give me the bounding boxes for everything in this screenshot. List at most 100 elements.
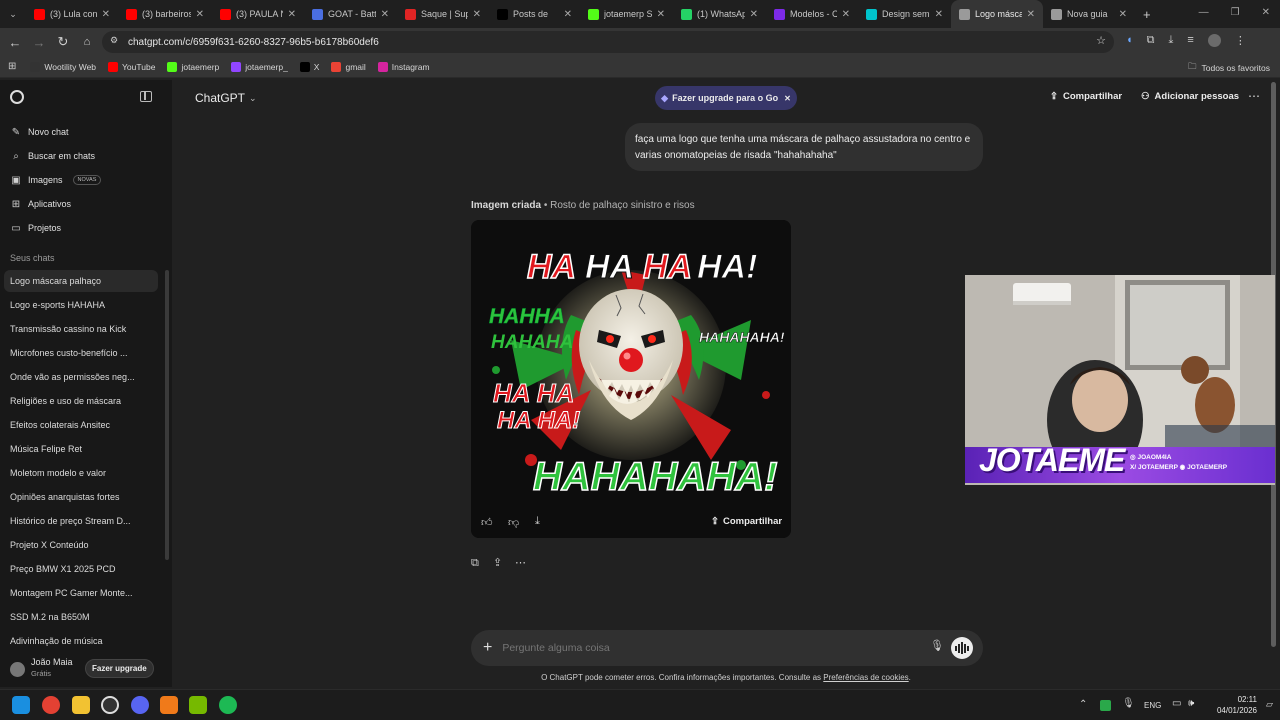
model-selector[interactable]: ChatGPT ⌄ xyxy=(195,91,257,105)
voice-mode-button[interactable] xyxy=(951,637,973,659)
bookmark-item[interactable]: Wootility Web xyxy=(30,61,96,72)
close-icon[interactable]: ✕ xyxy=(784,94,791,103)
browser-tab[interactable]: jotaemerp S ✕ xyxy=(580,0,673,28)
browser-tab[interactable]: Nova guia ✕ xyxy=(1043,0,1135,28)
add-people-button[interactable]: ⚇ Adicionar pessoas xyxy=(1141,91,1239,102)
upgrade-banner-button[interactable]: ◆ Fazer upgrade para o Go ✕ xyxy=(655,86,797,110)
cookie-preferences-link[interactable]: Preferências de cookies xyxy=(823,673,908,682)
browser-tab[interactable]: Saque | Supe ✕ xyxy=(397,0,489,28)
extensions-icon[interactable]: ⧉ xyxy=(1147,34,1155,47)
prompt-input[interactable] xyxy=(502,642,903,654)
bookmark-item[interactable]: jotaemerp xyxy=(167,61,219,72)
apps-grid-icon[interactable]: ⊞ xyxy=(8,61,16,72)
volume-icon[interactable]: 🕪 xyxy=(1188,698,1194,709)
upgrade-button[interactable]: Fazer upgrade xyxy=(85,659,154,678)
more-options-icon[interactable]: ⋯ xyxy=(1248,89,1260,103)
copy-icon[interactable]: ⧉ xyxy=(471,557,479,570)
windows-start-icon[interactable] xyxy=(12,696,30,714)
chat-history-item[interactable]: Projeto X Conteúdo xyxy=(4,534,158,556)
tab-close-icon[interactable]: ✕ xyxy=(1027,9,1035,20)
browser-tab[interactable]: Design sem ✕ xyxy=(858,0,951,28)
thumbs-up-icon[interactable]: 👍︎ xyxy=(481,516,493,529)
bookmark-item[interactable]: jotaemerp_ xyxy=(231,61,288,72)
chat-history-item[interactable]: Preço BMW X1 2025 PCD xyxy=(4,558,158,580)
chat-history-item[interactable]: Logo e-sports HAHAHA xyxy=(4,294,158,316)
media-icon[interactable]: ≡ xyxy=(1187,34,1193,47)
address-bar[interactable]: ⚙ chatgpt.com/c/6959f631-6260-8327-96b5-… xyxy=(102,31,1114,53)
tray-mic-icon[interactable]: 🎙︎ xyxy=(1122,698,1135,709)
spotify-icon[interactable] xyxy=(219,696,237,714)
profile-avatar[interactable] xyxy=(1207,34,1221,47)
bookmark-item[interactable]: gmail xyxy=(331,61,366,72)
all-bookmarks[interactable]: 🗀 Todos os favoritos xyxy=(1188,61,1270,75)
window-close-icon[interactable]: ✕ xyxy=(1262,7,1270,18)
sidebar-scrollbar[interactable] xyxy=(165,270,169,560)
tab-close-icon[interactable]: ✕ xyxy=(196,9,204,20)
sidebar-nav-folder[interactable]: ▭ Projetos xyxy=(4,217,160,239)
chat-history-item[interactable]: Histórico de preço Stream D... xyxy=(4,510,158,532)
reload-icon[interactable]: ↻ xyxy=(51,34,75,50)
generated-image[interactable]: HA HA HA HA! HAHHA HAHAHA HAHAHAHA! HA H… xyxy=(471,220,791,538)
nvidia-icon[interactable] xyxy=(189,696,207,714)
app-orange-icon[interactable] xyxy=(160,696,178,714)
forward-icon[interactable]: → xyxy=(27,35,51,50)
browser-tab[interactable]: (3) PAULA N ✕ xyxy=(212,0,304,28)
new-tab-button[interactable]: + xyxy=(1143,7,1151,22)
share-message-icon[interactable]: ⇪ xyxy=(493,556,502,569)
share-image-button[interactable]: ⇪ Compartilhar xyxy=(711,516,782,527)
chat-history-item[interactable]: Moletom modelo e valor xyxy=(4,462,158,484)
tab-close-icon[interactable]: ✕ xyxy=(842,9,850,20)
obs-icon[interactable] xyxy=(101,696,119,714)
language-indicator[interactable]: ENG xyxy=(1144,701,1161,710)
site-info-icon[interactable]: ⚙ xyxy=(110,35,118,46)
chat-history-item[interactable]: Logo máscara palhaço xyxy=(4,270,158,292)
chat-history-item[interactable]: Montagem PC Gamer Monte... xyxy=(4,582,158,604)
tab-close-icon[interactable]: ✕ xyxy=(564,9,572,20)
tab-search-icon[interactable]: ⌄ xyxy=(0,9,26,20)
network-icon[interactable]: ▭ xyxy=(1172,698,1181,709)
tray-chevron-icon[interactable]: ⌃ xyxy=(1079,699,1087,710)
bookmark-item[interactable]: X xyxy=(299,61,319,72)
browser-tab[interactable]: (1) WhatsAp ✕ xyxy=(673,0,766,28)
microphone-icon[interactable]: 🎙︎ xyxy=(930,639,944,652)
sidebar-nav-new-chat[interactable]: ✎ Novo chat xyxy=(4,121,160,143)
chatgpt-logo-icon[interactable] xyxy=(10,90,24,104)
user-profile[interactable]: João Maia Grátis Fazer upgrade xyxy=(8,657,168,683)
tab-close-icon[interactable]: ✕ xyxy=(473,9,481,20)
minimize-icon[interactable]: — xyxy=(1199,7,1209,18)
chat-history-item[interactable]: Transmissão cassino na Kick xyxy=(4,318,158,340)
tab-close-icon[interactable]: ✕ xyxy=(288,9,296,20)
browser-tab[interactable]: (3) Lula conc ✕ xyxy=(26,0,118,28)
download-image-icon[interactable]: ⤓ xyxy=(535,515,540,528)
add-attachment-icon[interactable]: + xyxy=(483,639,492,657)
browser-tab[interactable]: Posts de ✕ xyxy=(489,0,580,28)
bookmark-star-icon[interactable]: ☆ xyxy=(1096,34,1106,47)
tab-close-icon[interactable]: ✕ xyxy=(381,9,389,20)
bookmark-item[interactable]: Instagram xyxy=(377,61,430,72)
browser-tab[interactable]: Logo másca ✕ xyxy=(951,0,1043,28)
chat-history-item[interactable]: Religiões e uso de máscara xyxy=(4,390,158,412)
chat-history-item[interactable]: SSD M.2 na B650M xyxy=(4,606,158,628)
browser-tab[interactable]: Modelos - C ✕ xyxy=(766,0,858,28)
chat-history-item[interactable]: Onde vão as permissões neg... xyxy=(4,366,158,388)
sidebar-nav-images[interactable]: ▣ Imagens NOVAS xyxy=(4,169,160,191)
chat-history-item[interactable]: Efeitos colaterais Ansitec xyxy=(4,414,158,436)
tab-close-icon[interactable]: ✕ xyxy=(657,9,665,20)
sidebar-nav-apps[interactable]: ⊞ Aplicativos xyxy=(4,193,160,215)
chrome-icon[interactable] xyxy=(42,696,60,714)
chat-history-item[interactable]: Música Felipe Ret xyxy=(4,438,158,460)
maximize-icon[interactable]: ❐ xyxy=(1231,7,1240,18)
tab-close-icon[interactable]: ✕ xyxy=(750,9,758,20)
bookmark-item[interactable]: YouTube xyxy=(108,61,155,72)
chat-history-item[interactable]: Opiniões anarquistas fortes xyxy=(4,486,158,508)
browser-tab[interactable]: (3) barbeiros ✕ xyxy=(118,0,212,28)
tab-close-icon[interactable]: ✕ xyxy=(1119,9,1127,20)
notifications-icon[interactable]: ▱ xyxy=(1266,699,1273,710)
back-icon[interactable]: ← xyxy=(3,35,27,50)
clock[interactable]: 02:11 04/01/2026 xyxy=(1205,694,1257,716)
download-icon[interactable]: ⤓ xyxy=(1169,34,1174,47)
sidebar-nav-search[interactable]: ⌕ Buscar em chats xyxy=(4,145,160,167)
home-icon[interactable]: ⌂ xyxy=(75,36,99,48)
tab-close-icon[interactable]: ✕ xyxy=(102,9,110,20)
tab-close-icon[interactable]: ✕ xyxy=(935,9,943,20)
